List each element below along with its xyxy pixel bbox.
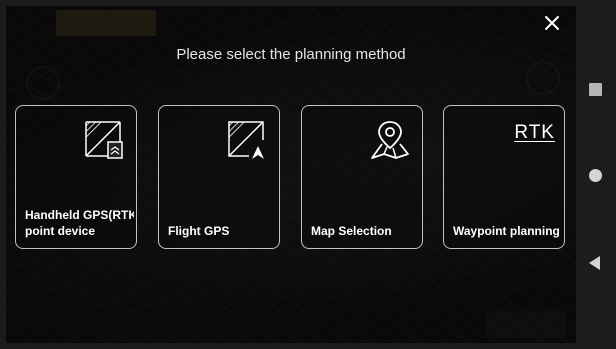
option-label-line1: Handheld GPS(RTK <box>25 208 134 222</box>
system-navigation-bar <box>576 0 616 349</box>
home-circle-icon[interactable] <box>589 169 602 182</box>
option-flight-gps[interactable]: Flight GPS <box>158 105 280 249</box>
option-handheld-gps[interactable]: Handheld GPS(RTK point device <box>15 105 137 249</box>
flight-gps-icon <box>228 121 264 159</box>
option-label: Handheld GPS(RTK point device <box>25 207 134 239</box>
app-screen: Please select the planning method Handhe… <box>6 6 576 343</box>
option-waypoint-planning[interactable]: RTK Waypoint planning <box>443 105 565 249</box>
rtk-icon: RTK <box>514 122 555 143</box>
option-map-selection[interactable]: Map Selection <box>301 105 423 249</box>
dialog-title: Please select the planning method <box>176 46 406 63</box>
close-icon <box>545 16 559 30</box>
map-pin-icon <box>371 121 409 159</box>
back-triangle-icon[interactable] <box>589 256 600 270</box>
recents-square-icon[interactable] <box>589 83 602 96</box>
option-label: Waypoint planning <box>453 224 560 238</box>
close-button[interactable] <box>542 13 562 33</box>
option-label-line2: point device <box>25 224 96 238</box>
handheld-gps-icon <box>85 121 123 159</box>
option-label: Map Selection <box>311 224 392 238</box>
option-label: Flight GPS <box>168 224 230 238</box>
